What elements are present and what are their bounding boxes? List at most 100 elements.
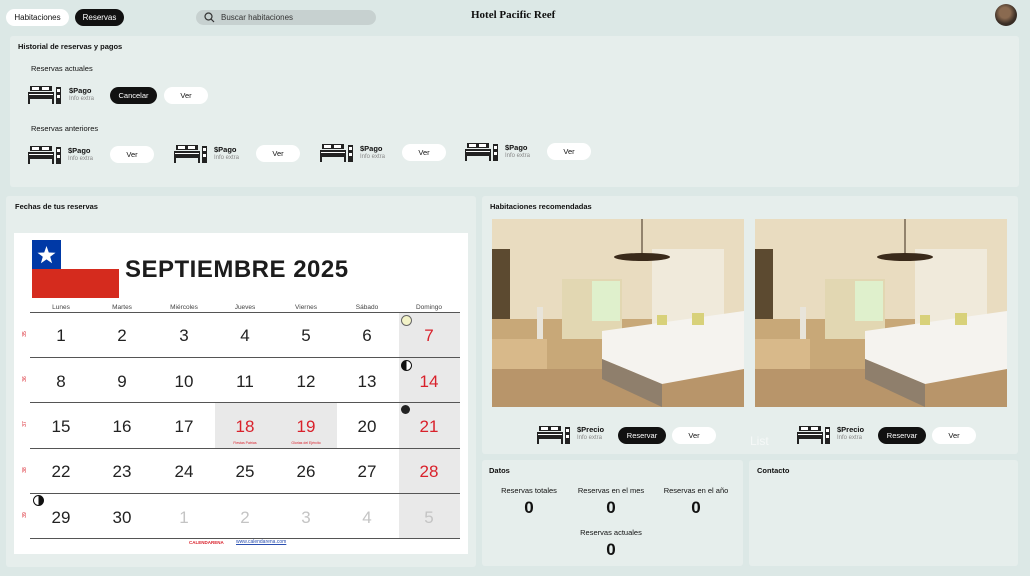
reserve-button[interactable]: Reservar: [878, 427, 926, 444]
room-info: Info extra: [837, 435, 863, 441]
moon-phase-icon: [401, 315, 412, 326]
day-cell: 26: [296, 462, 316, 481]
day-cell-next-month: 5: [424, 508, 434, 527]
dow-label: Sábado: [355, 304, 379, 311]
room-price: $Precio: [577, 425, 605, 434]
booking-payment: $Pago: [68, 146, 91, 155]
day-cell-next-month: 4: [362, 508, 372, 527]
moon-phase-icon: [401, 405, 410, 414]
bed-icon: [537, 426, 570, 444]
contact-title: Contacto: [757, 466, 790, 475]
avatar[interactable]: [995, 4, 1017, 26]
booking-info: Info extra: [214, 155, 240, 161]
day-cell: 14: [419, 372, 439, 391]
stat-value: 0: [691, 498, 701, 517]
calendar-footer-brand: CALENDARENA: [189, 540, 224, 545]
view-button[interactable]: Ver: [164, 87, 208, 104]
booking-info: Info extra: [69, 96, 95, 102]
room-price: $Precio: [837, 425, 865, 434]
dow-label: Jueves: [234, 304, 256, 311]
bed-icon: [28, 86, 61, 104]
view-button[interactable]: Ver: [256, 145, 300, 162]
month-title: SEPTIEMBRE 2025: [125, 256, 349, 283]
day-cell: 6: [362, 326, 372, 345]
day-cell: 25: [235, 462, 255, 481]
day-cell: 22: [51, 462, 71, 481]
stat-label: Reservas en el año: [663, 486, 729, 495]
view-button[interactable]: Ver: [547, 143, 591, 160]
booking-payment: $Pago: [360, 144, 383, 153]
day-cell: 29: [51, 508, 71, 527]
moon-phase-icon: [401, 360, 412, 371]
week-number: 35: [21, 331, 28, 337]
previous-bookings-label: Reservas anteriores: [31, 124, 99, 133]
day-cell: 12: [296, 372, 316, 391]
recommended-panel: Habitaciones recomendadas $Precio Info e…: [482, 196, 1018, 454]
day-cell: 20: [357, 417, 377, 436]
reserve-button[interactable]: Reservar: [618, 427, 666, 444]
tab-habitaciones[interactable]: Habitaciones: [6, 9, 69, 26]
day-cell: 24: [174, 462, 194, 481]
current-bookings-label: Reservas actuales: [31, 64, 93, 73]
stats-panel: Datos Reservas totales 0 Reservas en el …: [482, 460, 743, 566]
week-number: 39: [21, 512, 28, 518]
booking-payment: $Pago: [505, 143, 528, 152]
search-icon: [204, 12, 215, 23]
bed-icon: [797, 426, 830, 444]
booking-info: Info extra: [68, 156, 94, 162]
view-button[interactable]: Ver: [672, 427, 716, 444]
history-title: Historial de reservas y pagos: [18, 42, 123, 51]
cancel-button[interactable]: Cancelar: [110, 87, 157, 104]
day-cell-next-month: 2: [240, 508, 250, 527]
dow-label: Miércoles: [170, 304, 198, 311]
day-cell: 28: [419, 462, 439, 481]
moon-phase-icon: [33, 495, 44, 506]
view-button[interactable]: Ver: [110, 146, 154, 163]
booking-payment: $Pago: [214, 145, 237, 154]
bed-icon: [28, 146, 61, 164]
day-cell: 23: [112, 462, 132, 481]
dow-label: Lunes: [52, 304, 70, 311]
stat-label: Reservas actuales: [580, 528, 642, 537]
room-photo[interactable]: [755, 219, 1007, 407]
calendar-panel-title: Fechas de tus reservas: [15, 202, 98, 211]
recommended-title: Habitaciones recomendadas: [490, 202, 592, 211]
stat-label: Reservas en el mes: [577, 486, 645, 495]
day-cell: 5: [301, 326, 311, 345]
view-button[interactable]: Ver: [402, 144, 446, 161]
day-cell-holiday: 19: [296, 417, 316, 436]
day-cell: 1: [56, 326, 66, 345]
booking-info: Info extra: [360, 154, 386, 160]
day-cell: 4: [240, 326, 250, 345]
week-number: 38: [21, 467, 28, 473]
day-cell: 21: [419, 417, 439, 436]
day-cell: 27: [357, 462, 377, 481]
day-cell-next-month: 1: [179, 508, 189, 527]
day-cell: 8: [56, 372, 66, 391]
day-cell: 16: [112, 417, 132, 436]
room-photo[interactable]: [492, 219, 744, 407]
day-cell: 7: [424, 326, 434, 345]
calendar-image: SEPTIEMBRE 2025 Lunes Martes Miércoles J…: [14, 233, 468, 554]
tab-reservas[interactable]: Reservas: [75, 9, 124, 26]
bed-icon: [174, 145, 207, 163]
room-info: Info extra: [577, 435, 603, 441]
holiday-note: Glorias del Ejército: [291, 441, 321, 445]
day-cell: 15: [51, 417, 71, 436]
week-number: 37: [21, 421, 28, 427]
week-number: 36: [21, 376, 28, 382]
booking-info: Info extra: [505, 153, 531, 159]
day-cell-next-month: 3: [301, 508, 311, 527]
view-button[interactable]: Ver: [932, 427, 976, 444]
dow-label: Domingo: [415, 304, 442, 311]
contact-panel: Contacto: [749, 460, 1018, 566]
search-bar[interactable]: Buscar habitaciones: [196, 10, 376, 25]
stat-value: 0: [606, 540, 616, 559]
stat-label: Reservas totales: [501, 486, 557, 495]
history-panel: Historial de reservas y pagos Reservas a…: [10, 36, 1019, 187]
bed-icon: [320, 144, 353, 162]
day-cell: 3: [179, 326, 189, 345]
chile-flag-icon: [32, 240, 119, 298]
dow-label: Viernes: [295, 304, 317, 311]
search-input[interactable]: Buscar habitaciones: [221, 13, 293, 22]
